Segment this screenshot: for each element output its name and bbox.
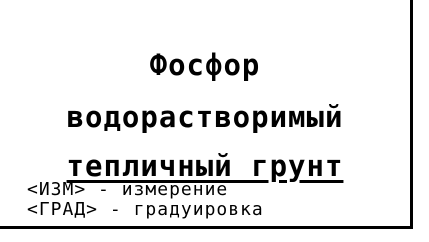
title-line-2: водорастворимый bbox=[66, 100, 344, 134]
hint-key: <ГРАД> bbox=[27, 199, 99, 220]
hint-separator: - bbox=[98, 179, 110, 200]
hint-measure: <ИЗМ> - измерение bbox=[27, 180, 407, 199]
hint-action: измерение bbox=[121, 179, 229, 200]
hint-separator: - bbox=[109, 199, 122, 220]
lcd-screen: Фосфор водорастворимый тепличный грунт <… bbox=[0, 0, 413, 229]
subtitle-line: тепличный грунт bbox=[66, 149, 344, 183]
title-line-1: Фосфор bbox=[149, 48, 261, 82]
hint-action: градуировка bbox=[133, 199, 264, 220]
hint-calibrate: <ГРАД> - градуировка bbox=[27, 200, 407, 219]
hint-key: <ИЗМ> bbox=[27, 179, 87, 200]
